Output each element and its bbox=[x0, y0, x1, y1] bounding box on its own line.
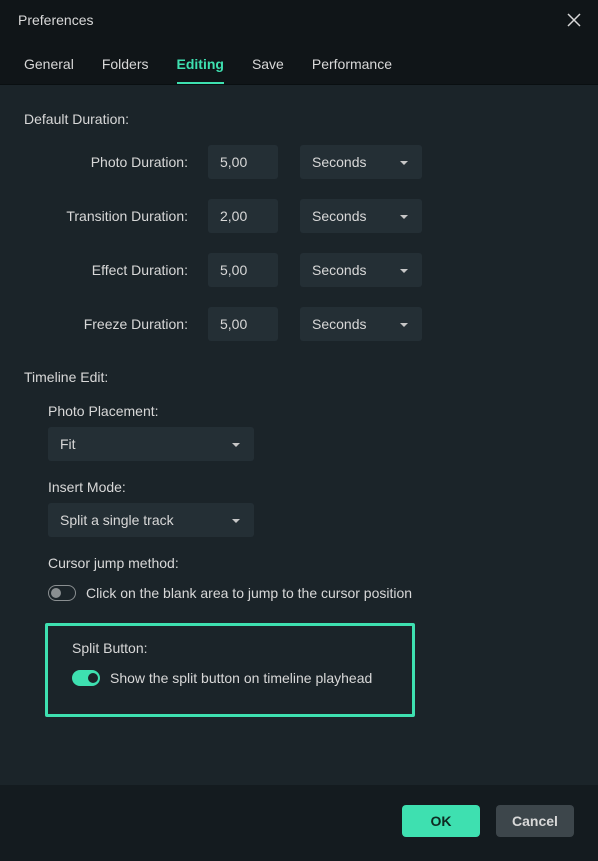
chevron-down-icon bbox=[398, 210, 410, 222]
default-duration-heading: Default Duration: bbox=[24, 111, 574, 127]
effect-duration-unit-select[interactable]: Seconds bbox=[300, 253, 422, 287]
split-button-toggle-label: Show the split button on timeline playhe… bbox=[110, 670, 372, 686]
chevron-down-icon bbox=[398, 264, 410, 276]
freeze-duration-unit-value: Seconds bbox=[312, 316, 366, 332]
titlebar: Preferences bbox=[0, 0, 598, 38]
freeze-duration-label: Freeze Duration: bbox=[24, 316, 208, 332]
footer-buttons: OK Cancel bbox=[402, 805, 574, 837]
timeline-edit-section: Photo Placement: Fit Insert Mode: Split … bbox=[48, 403, 574, 717]
photo-duration-unit-select[interactable]: Seconds bbox=[300, 145, 422, 179]
photo-duration-label: Photo Duration: bbox=[24, 154, 208, 170]
insert-mode-select[interactable]: Split a single track bbox=[48, 503, 254, 537]
photo-placement-label: Photo Placement: bbox=[48, 403, 574, 419]
effect-duration-label: Effect Duration: bbox=[24, 262, 208, 278]
transition-duration-label: Transition Duration: bbox=[24, 208, 208, 224]
cursor-jump-label: Cursor jump method: bbox=[48, 555, 574, 571]
split-button-label: Split Button: bbox=[72, 640, 388, 656]
chevron-down-icon bbox=[398, 318, 410, 330]
photo-placement-select[interactable]: Fit bbox=[48, 427, 254, 461]
chevron-down-icon bbox=[230, 514, 242, 526]
photo-duration-row: Photo Duration: Seconds bbox=[24, 145, 574, 179]
close-icon bbox=[567, 13, 581, 27]
tab-save[interactable]: Save bbox=[252, 48, 284, 84]
transition-duration-unit-value: Seconds bbox=[312, 208, 366, 224]
cancel-button[interactable]: Cancel bbox=[496, 805, 574, 837]
transition-duration-unit-select[interactable]: Seconds bbox=[300, 199, 422, 233]
insert-mode-value: Split a single track bbox=[60, 512, 174, 528]
photo-duration-unit-value: Seconds bbox=[312, 154, 366, 170]
split-button-toggle[interactable] bbox=[72, 670, 100, 686]
cursor-jump-toggle[interactable] bbox=[48, 585, 76, 601]
tab-editing[interactable]: Editing bbox=[177, 48, 224, 84]
timeline-edit-heading: Timeline Edit: bbox=[24, 369, 574, 385]
effect-duration-row: Effect Duration: Seconds bbox=[24, 253, 574, 287]
tab-general[interactable]: General bbox=[24, 48, 74, 84]
chevron-down-icon bbox=[230, 438, 242, 450]
split-button-highlight: Split Button: Show the split button on t… bbox=[45, 623, 415, 717]
toggle-knob bbox=[51, 588, 61, 598]
content-pane: Default Duration: Photo Duration: Second… bbox=[0, 85, 598, 785]
ok-button[interactable]: OK bbox=[402, 805, 480, 837]
chevron-down-icon bbox=[398, 156, 410, 168]
freeze-duration-row: Freeze Duration: Seconds bbox=[24, 307, 574, 341]
cursor-jump-toggle-row: Click on the blank area to jump to the c… bbox=[48, 585, 574, 601]
insert-mode-label: Insert Mode: bbox=[48, 479, 574, 495]
tab-folders[interactable]: Folders bbox=[102, 48, 149, 84]
transition-duration-input[interactable] bbox=[208, 199, 278, 233]
tab-performance[interactable]: Performance bbox=[312, 48, 392, 84]
window-title: Preferences bbox=[18, 12, 93, 28]
transition-duration-row: Transition Duration: Seconds bbox=[24, 199, 574, 233]
close-button[interactable] bbox=[564, 10, 584, 30]
photo-placement-value: Fit bbox=[60, 436, 76, 452]
photo-duration-input[interactable] bbox=[208, 145, 278, 179]
toggle-knob bbox=[88, 673, 98, 683]
cursor-jump-toggle-label: Click on the blank area to jump to the c… bbox=[86, 585, 412, 601]
effect-duration-input[interactable] bbox=[208, 253, 278, 287]
split-button-toggle-row: Show the split button on timeline playhe… bbox=[72, 670, 388, 686]
freeze-duration-unit-select[interactable]: Seconds bbox=[300, 307, 422, 341]
tab-bar: General Folders Editing Save Performance bbox=[0, 38, 598, 85]
effect-duration-unit-value: Seconds bbox=[312, 262, 366, 278]
freeze-duration-input[interactable] bbox=[208, 307, 278, 341]
